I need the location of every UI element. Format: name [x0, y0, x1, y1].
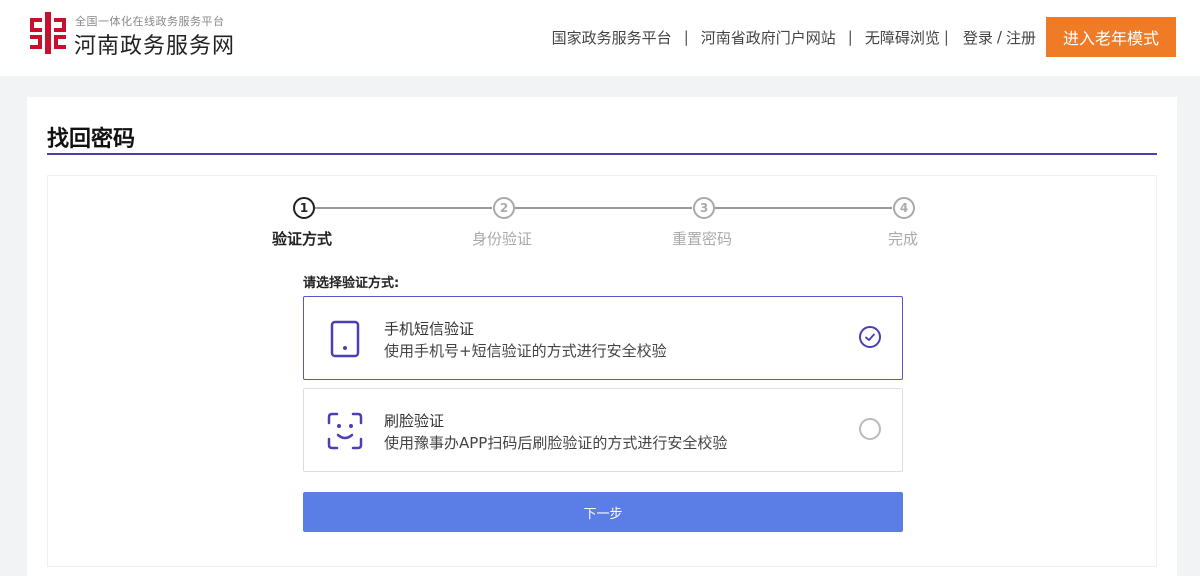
recovery-panel: 1 2 3 4 验证方式 身份验证 重置密码 完成 请选择验证方式: 手机短信验… — [47, 175, 1157, 567]
step-4-label: 完成 — [888, 230, 919, 248]
unchecked-radio-icon[interactable] — [859, 418, 881, 440]
top-header: 全国一体化在线政务服务平台 河南政务服务网 国家政务服务平台 | 河南省政府门户… — [0, 0, 1200, 76]
nav-slash: / — [996, 28, 1002, 46]
option-title: 刷脸验证 — [384, 412, 445, 430]
checked-radio-icon[interactable] — [859, 326, 881, 348]
nav-divider: | — [943, 28, 949, 46]
top-nav: 国家政务服务平台 | 河南省政府门户网站 | 无障碍浏览 | 登录 / 注册 进… — [552, 17, 1176, 57]
nav-provincial-portal-link[interactable]: 河南省政府门户网站 — [701, 27, 836, 48]
next-step-button[interactable]: 下一步 — [303, 492, 903, 532]
logo-icon — [30, 12, 66, 54]
face-scan-icon — [327, 412, 363, 450]
option-description: 使用豫事办APP扫码后刷脸验证的方式进行安全校验 — [384, 434, 728, 452]
nav-accessible-link[interactable]: 无障碍浏览 — [865, 27, 940, 48]
verification-prompt: 请选择验证方式: — [303, 276, 400, 291]
step-4-indicator: 4 — [893, 197, 915, 219]
step-3-indicator: 3 — [693, 197, 715, 219]
option-title: 手机短信验证 — [384, 320, 475, 338]
step-1-label: 验证方式 — [272, 230, 333, 248]
page-title: 找回密码 — [47, 127, 136, 152]
option-description: 使用手机号+短信验证的方式进行安全校验 — [384, 342, 667, 360]
nav-register-link[interactable]: 注册 — [1006, 27, 1036, 48]
step-connector — [715, 207, 892, 209]
title-underline — [47, 153, 1157, 155]
step-1-indicator: 1 — [293, 197, 315, 219]
nav-divider: | — [683, 28, 689, 46]
nav-national-platform-link[interactable]: 国家政务服务平台 — [552, 27, 672, 48]
step-2-label: 身份验证 — [472, 230, 533, 248]
step-3-label: 重置密码 — [672, 230, 733, 248]
option-sms-verification[interactable]: 手机短信验证 使用手机号+短信验证的方式进行安全校验 — [303, 296, 903, 380]
elder-mode-button[interactable]: 进入老年模式 — [1046, 17, 1176, 57]
main-card: 找回密码 1 2 3 4 验证方式 身份验证 重置密码 完成 请选择验证方式: … — [27, 97, 1177, 576]
step-connector — [315, 207, 492, 209]
site-title[interactable]: 河南政务服务网 — [74, 28, 235, 60]
nav-login-link[interactable]: 登录 — [963, 27, 993, 48]
nav-divider: | — [847, 28, 853, 46]
logo-tagline: 全国一体化在线政务服务平台 — [75, 15, 225, 28]
option-face-verification[interactable]: 刷脸验证 使用豫事办APP扫码后刷脸验证的方式进行安全校验 — [303, 388, 903, 472]
step-2-indicator: 2 — [493, 197, 515, 219]
phone-icon — [330, 320, 360, 358]
step-connector — [515, 207, 692, 209]
